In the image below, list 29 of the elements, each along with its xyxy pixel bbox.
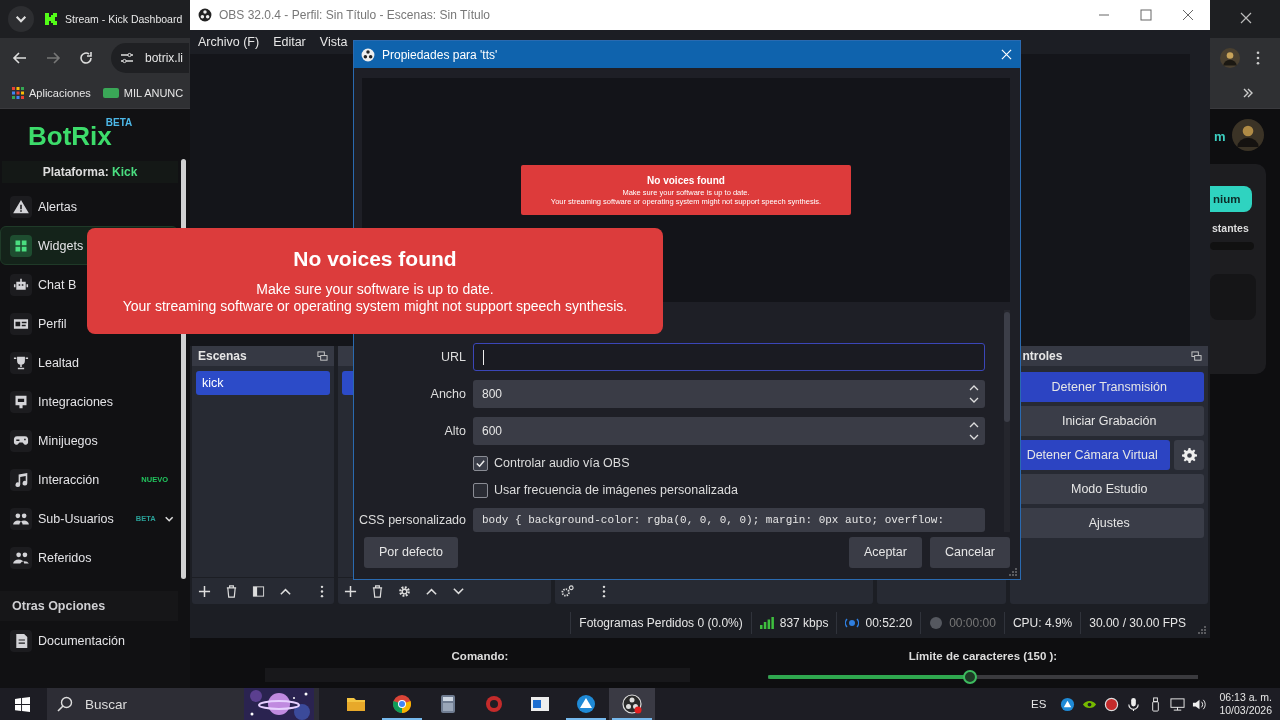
notice-text: Make sure your software is up to date.	[256, 281, 494, 298]
notice-title: No voices found	[647, 174, 725, 186]
dialog-title: Propiedades para 'tts'	[382, 47, 498, 62]
notice-title: No voices found	[293, 247, 457, 271]
checkbox-label: Controlar audio vía OBS	[494, 456, 630, 470]
time-text: 06:13 a. m.	[1219, 691, 1272, 704]
field-label: CSS personalizado	[358, 513, 466, 527]
notice-text: Your streaming software or operating system might not support speech synthesis.	[122, 298, 628, 315]
beta-label: BETA	[105, 117, 133, 128]
limit-label: Límite de caracteres (150 ):	[908, 650, 1058, 662]
dropped-frames-text: Fotogramas Perdidos 0 (0.0%)	[570, 612, 751, 634]
bitrate-text: 837 kbps	[779, 616, 829, 630]
dock-title: Escenas	[198, 349, 247, 363]
platform-label: Plataforma: Kick	[2, 161, 178, 183]
command-label: Comando:	[451, 650, 509, 662]
field-label: Alto	[443, 424, 466, 438]
field-label: URL	[440, 350, 466, 364]
checkbox-label: Usar frecuencia de imágenes personalizada	[494, 483, 738, 497]
fps-text: 30.00 / 30.00 FPS	[1080, 612, 1194, 634]
field-label: Ancho	[429, 387, 466, 401]
stat-label: stantes	[1212, 222, 1249, 234]
record-time: 00:00:00	[949, 616, 996, 630]
dock-title: ntroles	[1022, 349, 1063, 363]
date-text: 10/03/2026	[1219, 704, 1272, 717]
username-text: m	[1214, 129, 1226, 144]
cpu-text: CPU: 4.9%	[1003, 612, 1081, 634]
section-heading: Otras Opciones	[0, 591, 178, 621]
stream-time: 00:52:20	[865, 616, 913, 630]
window-title: OBS 32.0.4 - Perfil: Sin Título - Escenas: Sin Título	[219, 8, 490, 22]
